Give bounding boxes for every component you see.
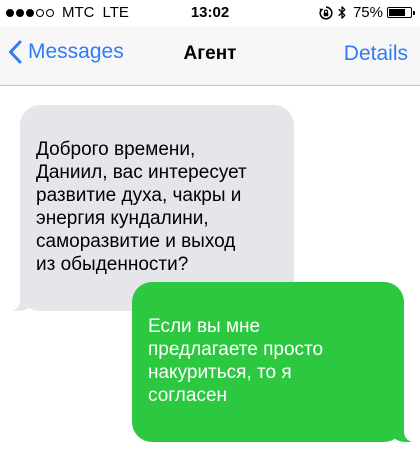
battery-icon [387, 7, 415, 18]
battery-percent: 75% [352, 4, 383, 21]
navigation-bar: Messages Агент Details [0, 26, 420, 86]
outgoing-message-bubble[interactable]: Если вы мне предлагаете просто накуритьс… [132, 282, 415, 442]
status-bar: МТС LTE 13:02 75% [0, 0, 420, 26]
bluetooth-icon [338, 6, 346, 19]
battery-cap [413, 11, 415, 15]
details-button[interactable]: Details [344, 42, 408, 66]
rotation-lock-icon [319, 5, 333, 20]
back-button[interactable]: Messages [8, 40, 124, 64]
chevron-left-icon [9, 40, 22, 64]
message-text: Доброго времени, Даниил, вас интересует … [36, 139, 247, 275]
message-text: Если вы мне предлагаете просто накуритьс… [148, 316, 324, 406]
status-right: 75% [318, 4, 415, 21]
battery-fill [389, 9, 405, 16]
back-button-label: Messages [28, 40, 124, 63]
incoming-message-bubble[interactable]: Доброго времени, Даниил, вас интересует … [9, 105, 294, 311]
